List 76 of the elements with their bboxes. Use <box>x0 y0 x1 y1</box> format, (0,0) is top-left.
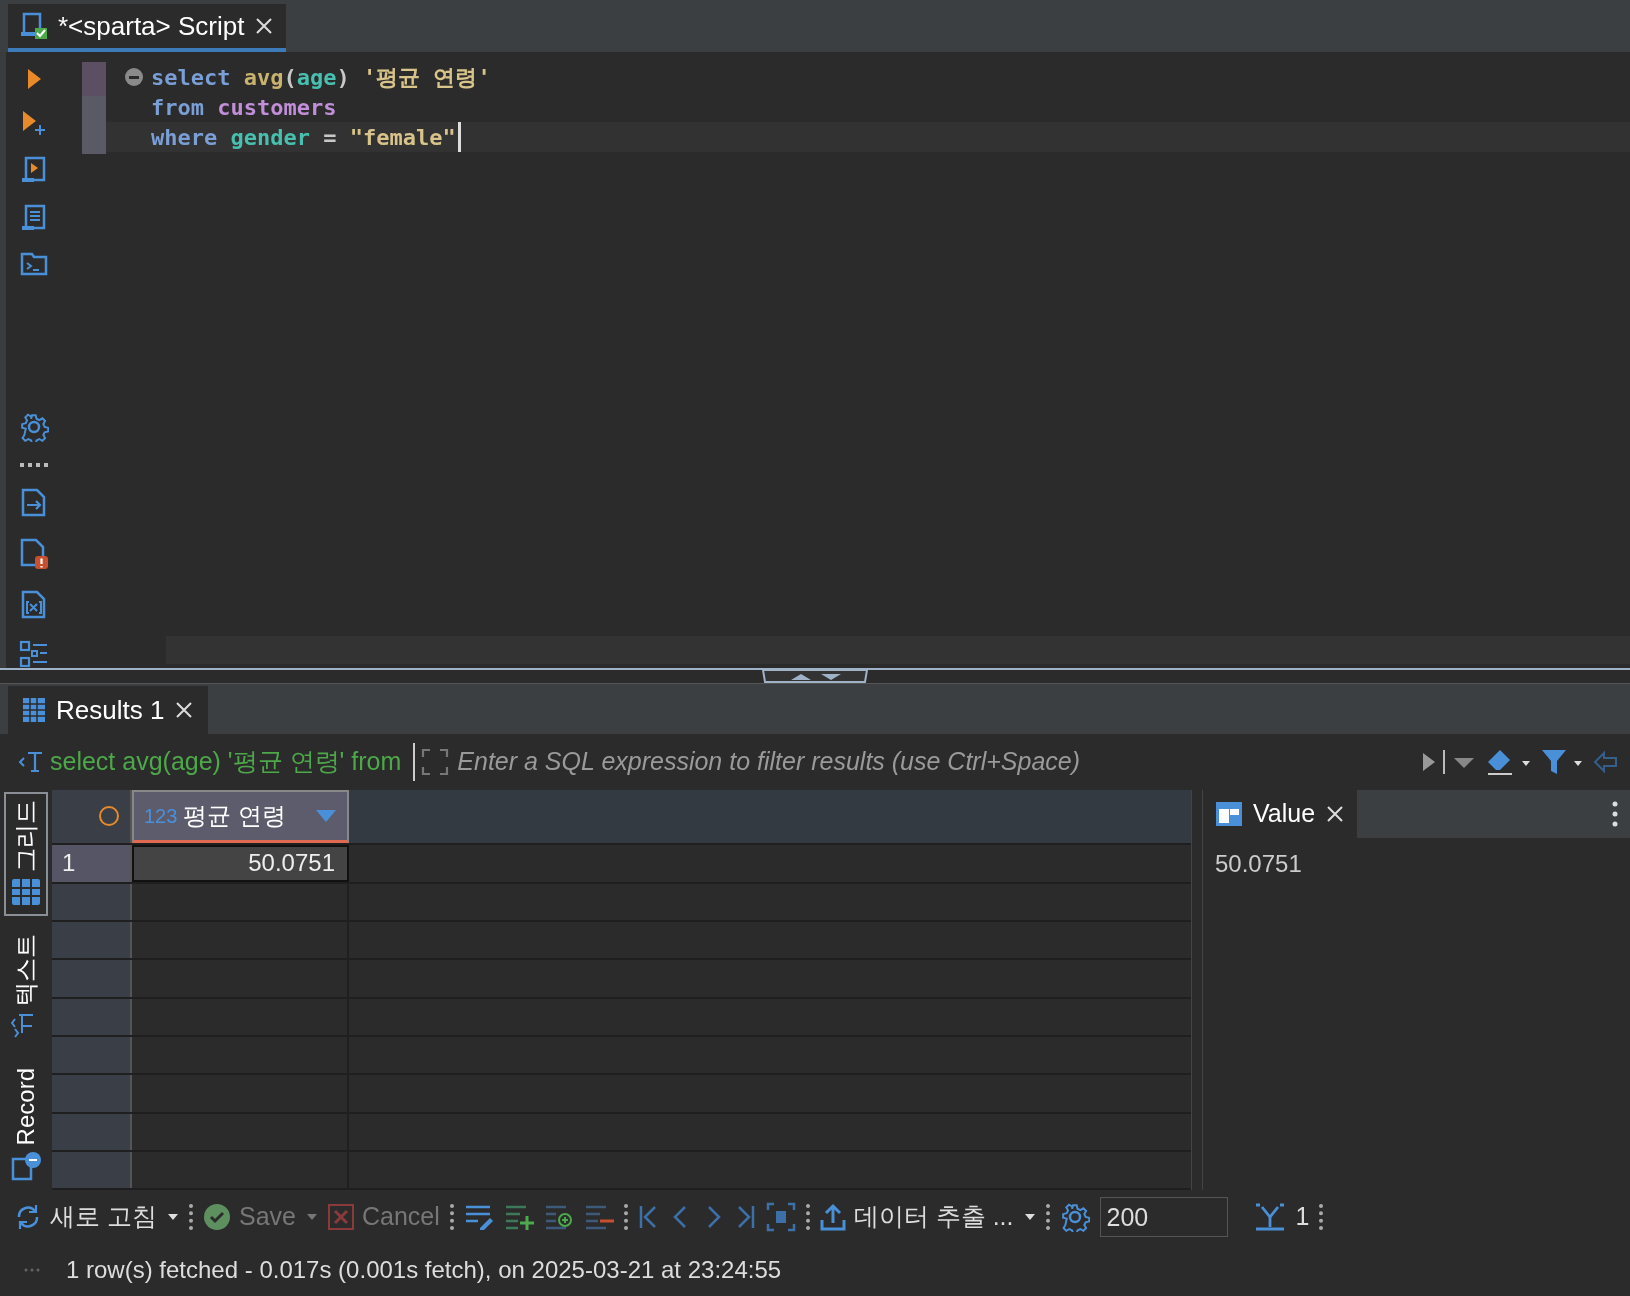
text-cursor-icon <box>18 749 44 775</box>
check-circle-icon <box>202 1203 231 1231</box>
fetch-size-field[interactable]: 200 <box>1099 1197 1228 1237</box>
tab-title: *<sparta> Script <box>58 9 245 43</box>
document-list-icon[interactable] <box>21 204 47 232</box>
dots-icon <box>19 462 49 468</box>
code-line[interactable]: from customers <box>151 92 337 122</box>
refresh-button[interactable]: 새로 고침 <box>14 1198 157 1236</box>
column-name: 평균 연령 <box>183 800 287 831</box>
value-tab[interactable]: Value <box>1203 790 1358 838</box>
more-menu-icon[interactable] <box>1610 800 1620 828</box>
file-error-icon[interactable] <box>19 538 49 570</box>
export-button[interactable]: 데이터 추출 ... <box>819 1198 1014 1236</box>
view-tab[interactable]: 텍스트 <box>4 926 48 1050</box>
dropdown-caret-icon[interactable] <box>1023 1213 1036 1221</box>
fetch-all-icon[interactable] <box>1253 1203 1286 1231</box>
column-header[interactable]: 123 평균 연령 <box>132 790 349 843</box>
settings-icon[interactable] <box>1059 1202 1090 1232</box>
row-header[interactable] <box>52 1113 132 1150</box>
script-file-icon <box>20 12 48 40</box>
row-header[interactable] <box>52 1151 132 1189</box>
settings-icon[interactable] <box>19 412 49 442</box>
upload-icon <box>819 1203 846 1231</box>
cancel-button: Cancel <box>327 1198 440 1236</box>
delete-row-icon[interactable] <box>583 1204 614 1230</box>
view-tab[interactable]: Record <box>4 1060 48 1190</box>
panel-splitter[interactable] <box>0 668 1630 684</box>
status-dots-icon <box>24 1268 40 1272</box>
view-tab[interactable]: 그리드 <box>4 792 48 916</box>
eraser-icon[interactable] <box>1486 748 1532 776</box>
code-line[interactable]: select avg(age) '평균 연령' <box>151 62 491 92</box>
close-icon[interactable] <box>174 700 195 720</box>
grid-cell[interactable]: 50.0751 <box>132 844 349 882</box>
row-count: 1 <box>1295 1201 1310 1233</box>
filter-icon[interactable] <box>1540 748 1584 776</box>
table-grid-icon <box>22 697 46 723</box>
expand-icon <box>421 748 450 776</box>
row-header[interactable] <box>52 922 132 959</box>
cancel-icon <box>327 1204 354 1230</box>
copy-row-icon[interactable] <box>543 1204 574 1230</box>
row-number[interactable]: 1 <box>52 844 132 882</box>
dropdown-caret-icon[interactable] <box>166 1213 179 1221</box>
play-icon[interactable] <box>26 68 42 90</box>
circle-icon <box>98 805 120 828</box>
script-play-icon[interactable] <box>21 156 47 184</box>
tab-title: Results 1 <box>56 693 165 727</box>
type-label: 123 <box>144 803 178 829</box>
filter-input[interactable]: Enter a SQL expression to filter results (use Ctrl+Space) <box>455 742 1416 782</box>
value-text: 50.0751 <box>1214 849 1303 879</box>
outline-icon[interactable] <box>19 640 49 668</box>
file-arrow-icon[interactable] <box>20 488 48 518</box>
record-view-icon <box>11 1151 41 1182</box>
query-text: select avg(age) '평균 연령' from <box>50 743 416 781</box>
row-header[interactable] <box>52 998 132 1035</box>
terminal-icon[interactable] <box>20 252 48 276</box>
close-icon[interactable] <box>254 16 275 36</box>
close-icon[interactable] <box>1325 804 1346 824</box>
fold-icon[interactable] <box>125 68 143 86</box>
fit-screen-icon[interactable] <box>765 1202 796 1232</box>
results-tab[interactable]: Results 1 <box>8 686 209 734</box>
code-line[interactable]: where gender = "female" <box>151 122 461 152</box>
editor-tab[interactable]: *<sparta> Script <box>8 4 287 52</box>
apply-filter-icon[interactable] <box>1422 752 1436 772</box>
row-header[interactable] <box>52 1037 132 1074</box>
save-button: Save <box>202 1198 296 1236</box>
collapse-handle-icon[interactable] <box>761 670 869 684</box>
dropdown-caret-icon <box>305 1213 318 1221</box>
row-header[interactable] <box>52 883 132 921</box>
file-variable-icon[interactable] <box>20 590 48 620</box>
play-plus-icon[interactable] <box>21 110 47 136</box>
status-message: 1 row(s) fetched - 0.017s (0.001s fetch), on 2025-03-21 at 23:24:55 <box>66 1255 782 1285</box>
tab-title: Value <box>1253 798 1316 830</box>
edit-rows-icon[interactable] <box>463 1204 494 1230</box>
grid-view-icon <box>11 878 41 908</box>
value-panel-icon <box>1215 801 1243 827</box>
add-row-icon[interactable] <box>503 1204 534 1230</box>
